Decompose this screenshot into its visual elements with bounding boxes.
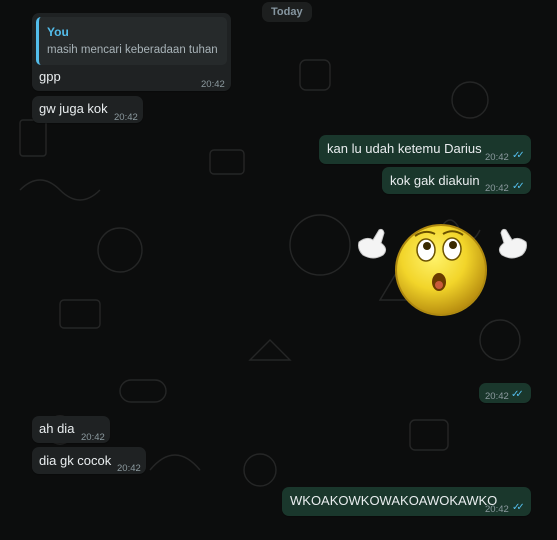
message-text: ah dia <box>39 421 75 436</box>
quoted-author: You <box>47 25 69 39</box>
date-divider: Today <box>262 2 312 22</box>
read-receipt-icon: ✓✓ <box>512 150 525 161</box>
message-time: 20:42 <box>117 463 141 474</box>
message-bubble-incoming[interactable]: gw juga kok 20:42 <box>32 96 143 123</box>
read-receipt-icon: ✓✓ <box>511 389 524 400</box>
message-bubble-incoming[interactable]: ah dia 20:42 <box>32 416 110 443</box>
message-text: gpp <box>39 69 61 84</box>
right-hand-icon <box>498 228 527 259</box>
message-time: 20:42 <box>485 152 509 163</box>
message-bubble-incoming[interactable]: You masih mencari keberadaan tuhan gpp 2… <box>32 13 231 91</box>
message-bubble-outgoing[interactable]: WKOAKOWKOWAKOAWOKAWKO 20:42 ✓✓ <box>282 487 531 516</box>
message-text: WKOAKOWKOWAKOAWOKAWKO <box>290 493 498 508</box>
sticker-surprised-emoji[interactable] <box>355 212 530 332</box>
message-bubble-outgoing[interactable]: kan lu udah ketemu Darius 20:42 ✓✓ <box>319 135 531 164</box>
message-text: kan lu udah ketemu Darius <box>327 141 482 156</box>
read-receipt-icon: ✓✓ <box>512 502 525 513</box>
message-text: dia gk cocok <box>39 453 112 468</box>
message-time: 20:42 <box>485 183 509 194</box>
message-time: 20:42 <box>81 432 105 443</box>
message-time: 20:42 <box>485 391 509 402</box>
chat-area[interactable]: Today You masih mencari keberadaan tuhan… <box>0 0 557 540</box>
message-time: 20:42 <box>201 79 225 90</box>
message-bubble-outgoing[interactable]: kok gak diakuin 20:42 ✓✓ <box>382 167 531 194</box>
message-time: 20:42 <box>485 504 509 515</box>
quoted-message[interactable]: You masih mencari keberadaan tuhan <box>36 17 227 65</box>
message-bubble-incoming[interactable]: dia gk cocok 20:42 <box>32 447 146 474</box>
sticker-timestamp: 20:42 ✓✓ <box>479 383 531 403</box>
read-receipt-icon: ✓✓ <box>512 181 525 192</box>
message-time: 20:42 <box>114 112 138 123</box>
left-hand-icon <box>358 228 387 259</box>
message-text: kok gak diakuin <box>390 173 480 188</box>
message-text: gw juga kok <box>39 101 108 116</box>
quoted-text: masih mencari keberadaan tuhan <box>47 44 218 56</box>
